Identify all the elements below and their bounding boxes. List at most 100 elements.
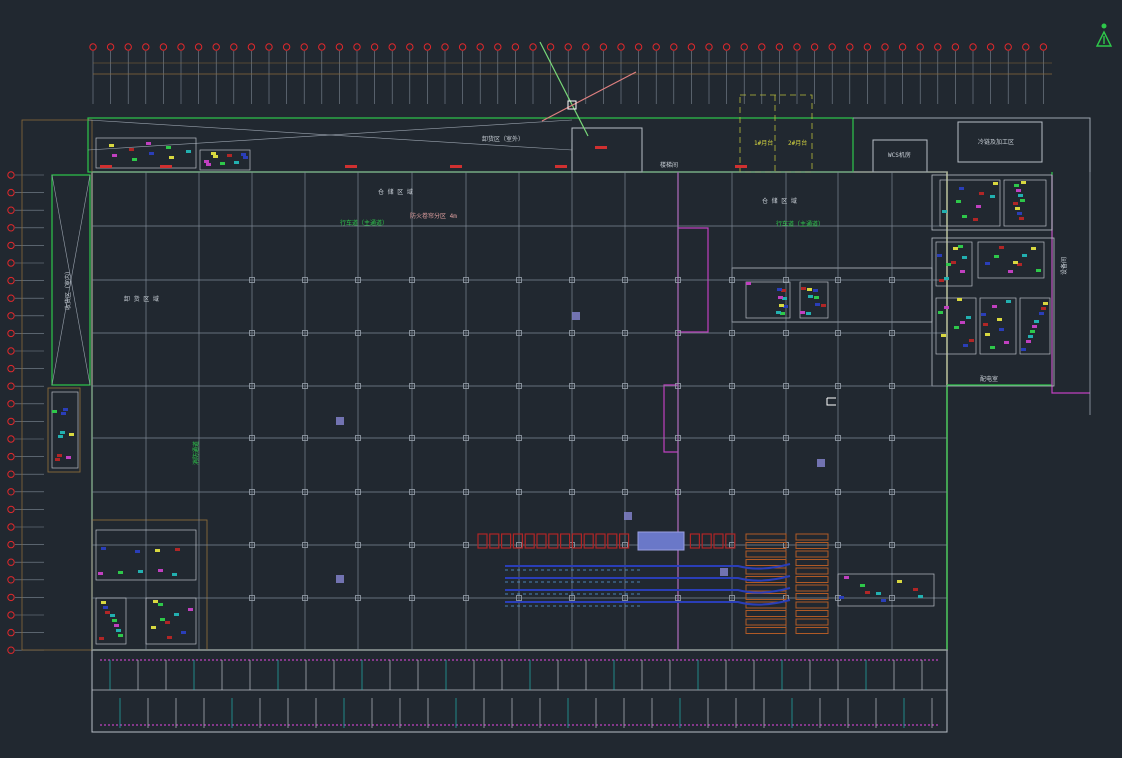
axis-bubble xyxy=(7,505,15,514)
cursor-pickbox xyxy=(826,397,836,406)
axis-bubble xyxy=(582,43,590,51)
fixture xyxy=(897,580,902,583)
ucs-person-icon[interactable] xyxy=(1095,23,1113,47)
axis-bubble xyxy=(969,43,977,51)
fixture xyxy=(149,152,154,155)
fixture xyxy=(1031,247,1036,250)
axis-bubble xyxy=(7,417,15,426)
rack-bay xyxy=(795,584,829,592)
fixture xyxy=(1017,212,1022,215)
fixture xyxy=(241,153,246,156)
fixture xyxy=(103,606,108,609)
conveyor-cell xyxy=(701,533,712,549)
fixture xyxy=(99,637,104,640)
axis-bubble xyxy=(793,43,801,51)
fixture xyxy=(211,152,216,155)
label-stair: 楼梯间 xyxy=(660,161,678,169)
fixture xyxy=(981,313,986,316)
fixture xyxy=(939,279,944,282)
rack-bay xyxy=(745,610,787,617)
fixture xyxy=(52,410,57,413)
building-outline xyxy=(21,94,1091,733)
fixture xyxy=(105,611,110,614)
fixture xyxy=(807,288,812,291)
fixture xyxy=(963,344,968,347)
fixture xyxy=(844,576,849,579)
axis-bubble xyxy=(7,294,15,302)
fixture xyxy=(234,161,239,164)
rack-bay xyxy=(795,627,829,634)
axis-bubble xyxy=(828,43,836,51)
fixture xyxy=(165,621,170,624)
conveyor-cell xyxy=(559,533,571,549)
fixture xyxy=(957,298,962,301)
axis-bubble xyxy=(300,43,308,51)
fixture xyxy=(220,162,225,165)
fixture xyxy=(109,144,114,147)
rack-bay xyxy=(795,542,829,549)
axis-bubble xyxy=(423,43,432,51)
fixture xyxy=(1004,341,1009,344)
cad-drawing-canvas[interactable]: 卸货区（室外） 仓 储 区 域 仓 储 区 域 卸 货 区 域 行车道（主通道）… xyxy=(0,0,1122,758)
rack-bay xyxy=(795,550,829,558)
fixture xyxy=(1016,189,1021,192)
fixture xyxy=(918,595,923,598)
label-zone-west: 卸 货 区 域 xyxy=(124,295,159,303)
fixture xyxy=(779,304,784,307)
fixture xyxy=(151,626,156,629)
sorter-unit xyxy=(637,531,685,551)
fixture xyxy=(937,254,942,257)
conveyor-cell xyxy=(477,533,488,549)
axis-bubble xyxy=(406,43,414,51)
rack-bay xyxy=(795,533,829,541)
fixture xyxy=(1039,312,1044,315)
fixture xyxy=(876,592,881,595)
fixture xyxy=(213,155,218,158)
rack-bay xyxy=(795,618,829,626)
axis-bubble xyxy=(89,43,97,51)
fixture xyxy=(999,328,1004,331)
axis-bubble xyxy=(951,43,960,51)
axis-bubble xyxy=(722,43,731,51)
conveyor-cell xyxy=(501,533,512,549)
axis-bubble xyxy=(353,43,361,51)
fixture xyxy=(979,192,984,195)
fixture xyxy=(175,548,180,551)
fixture xyxy=(946,263,951,266)
axis-bubble xyxy=(212,43,220,51)
fixture xyxy=(966,316,971,319)
bottom-office-strip xyxy=(92,659,947,728)
fixture xyxy=(1018,194,1023,197)
axis-bubble xyxy=(916,43,924,51)
label-green-note-a: 行车道（主通道） xyxy=(340,219,388,227)
compass-crosshair-icon[interactable] xyxy=(539,41,637,137)
axis-bubble xyxy=(7,488,15,496)
fixture xyxy=(976,205,981,208)
conveyor-cell xyxy=(548,533,559,549)
axis-bubble xyxy=(318,43,326,51)
rack-bay xyxy=(795,601,829,609)
fixture xyxy=(806,312,811,315)
fixture xyxy=(118,571,123,574)
fixture xyxy=(969,339,974,342)
fixture xyxy=(860,584,865,587)
axis-bubble xyxy=(740,43,748,51)
fixture xyxy=(985,262,990,265)
tag-mark xyxy=(100,165,112,168)
fixture xyxy=(138,570,143,573)
label-right-room: 冷链及加工区 xyxy=(978,138,1014,146)
fixture xyxy=(800,311,805,314)
axis-bubble xyxy=(7,364,15,373)
fixture xyxy=(118,634,123,637)
fixture xyxy=(181,631,186,634)
fixture xyxy=(153,600,158,603)
axis-bubble xyxy=(7,558,15,566)
axis-bubble xyxy=(7,646,15,654)
axis-bubble xyxy=(7,276,15,285)
fixture xyxy=(155,549,160,552)
rack-bay xyxy=(795,610,829,617)
label-dock-1: 1#月台 xyxy=(754,139,773,147)
fixture xyxy=(1013,261,1018,264)
marker-block xyxy=(720,568,728,576)
conveyor-cell xyxy=(607,533,618,549)
